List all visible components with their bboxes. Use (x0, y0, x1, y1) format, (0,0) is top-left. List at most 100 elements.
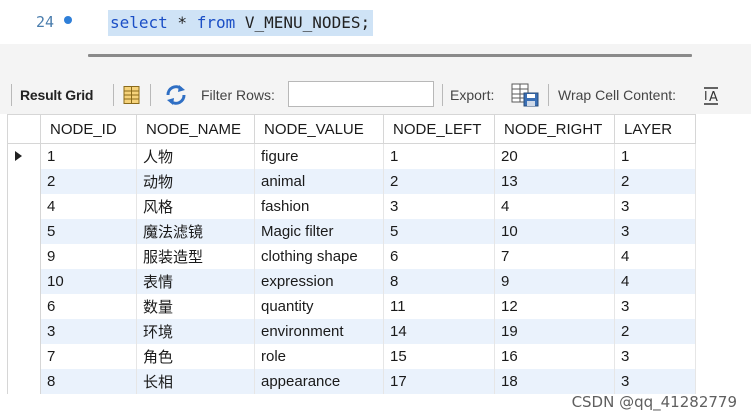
cell-layer[interactable]: 1 (614, 143, 696, 169)
row-selector[interactable] (7, 319, 41, 344)
table-row[interactable]: 6 数量 quantity 11 12 3 (7, 294, 696, 319)
cell-node-value[interactable]: clothing shape (254, 244, 384, 269)
row-selector[interactable] (7, 244, 41, 269)
cell-layer[interactable]: 3 (614, 344, 696, 369)
panel-splitter[interactable] (88, 54, 692, 57)
refresh-icon[interactable] (164, 84, 188, 106)
row-selector[interactable] (7, 294, 41, 319)
cell-layer[interactable]: 2 (614, 319, 696, 344)
cell-node-left[interactable]: 11 (383, 294, 495, 319)
cell-node-value[interactable]: expression (254, 269, 384, 294)
column-header-node-value[interactable]: NODE_VALUE (254, 114, 384, 144)
cell-node-right[interactable]: 10 (494, 219, 615, 244)
cell-node-right[interactable]: 4 (494, 194, 615, 219)
table-row[interactable]: 4 风格 fashion 3 4 3 (7, 194, 696, 219)
table-row[interactable]: 7 角色 role 15 16 3 (7, 344, 696, 369)
filter-rows-input[interactable] (288, 81, 434, 107)
table-row[interactable]: 2 动物 animal 2 13 2 (7, 169, 696, 194)
cell-node-name[interactable]: 人物 (136, 143, 255, 169)
row-selector[interactable] (7, 194, 41, 219)
wrap-text-icon[interactable]: I A (701, 86, 721, 106)
result-grid[interactable]: NODE_ID NODE_NAME NODE_VALUE NODE_LEFT N… (7, 114, 696, 394)
cell-node-left[interactable]: 3 (383, 194, 495, 219)
cell-node-value[interactable]: environment (254, 319, 384, 344)
cell-node-value[interactable]: animal (254, 169, 384, 194)
column-header-layer[interactable]: LAYER (614, 114, 696, 144)
cell-node-value[interactable]: appearance (254, 369, 384, 394)
watermark: CSDN @qq_41282779 (571, 393, 737, 411)
cell-layer[interactable]: 3 (614, 294, 696, 319)
cell-node-right[interactable]: 7 (494, 244, 615, 269)
cell-node-right[interactable]: 20 (494, 143, 615, 169)
column-header-node-left[interactable]: NODE_LEFT (383, 114, 495, 144)
cell-node-value[interactable]: fashion (254, 194, 384, 219)
cell-node-left[interactable]: 15 (383, 344, 495, 369)
table-row[interactable]: 3 环境 environment 14 19 2 (7, 319, 696, 344)
table-row[interactable]: 10 表情 expression 8 9 4 (7, 269, 696, 294)
row-selector[interactable] (7, 169, 41, 194)
cell-node-name[interactable]: 风格 (136, 194, 255, 219)
cell-layer[interactable]: 4 (614, 269, 696, 294)
column-header-node-name[interactable]: NODE_NAME (136, 114, 255, 144)
cell-node-value[interactable]: role (254, 344, 384, 369)
row-selector[interactable] (7, 269, 41, 294)
cell-node-right[interactable]: 13 (494, 169, 615, 194)
cell-node-id[interactable]: 4 (40, 194, 137, 219)
cell-node-id[interactable]: 7 (40, 344, 137, 369)
cell-layer[interactable]: 4 (614, 244, 696, 269)
cell-node-right[interactable]: 12 (494, 294, 615, 319)
cell-node-right[interactable]: 16 (494, 344, 615, 369)
cell-node-left[interactable]: 6 (383, 244, 495, 269)
cell-node-id[interactable]: 6 (40, 294, 137, 319)
sql-editor[interactable]: 24 select * from V_MENU_NODES; (0, 0, 751, 45)
cell-node-name[interactable]: 魔法滤镜 (136, 219, 255, 244)
cell-node-left[interactable]: 14 (383, 319, 495, 344)
row-selector[interactable] (7, 219, 41, 244)
cell-node-id[interactable]: 9 (40, 244, 137, 269)
cell-node-value[interactable]: Magic filter (254, 219, 384, 244)
cell-node-id[interactable]: 3 (40, 319, 137, 344)
cell-node-right[interactable]: 9 (494, 269, 615, 294)
cell-node-name[interactable]: 数量 (136, 294, 255, 319)
cell-node-id[interactable]: 5 (40, 219, 137, 244)
table-row[interactable]: 9 服装造型 clothing shape 6 7 4 (7, 244, 696, 269)
cell-layer[interactable]: 3 (614, 219, 696, 244)
cell-node-value[interactable]: quantity (254, 294, 384, 319)
grid-header-row: NODE_ID NODE_NAME NODE_VALUE NODE_LEFT N… (7, 114, 696, 144)
cell-node-name[interactable]: 环境 (136, 319, 255, 344)
cell-node-name[interactable]: 动物 (136, 169, 255, 194)
column-header-node-id[interactable]: NODE_ID (40, 114, 137, 144)
cell-node-id[interactable]: 10 (40, 269, 137, 294)
cell-node-id[interactable]: 1 (40, 143, 137, 169)
sql-keyword-select: select (110, 13, 168, 32)
row-selector-header[interactable] (7, 114, 41, 144)
row-selector[interactable] (7, 143, 41, 169)
cell-layer[interactable]: 3 (614, 194, 696, 219)
column-header-node-right[interactable]: NODE_RIGHT (494, 114, 615, 144)
cell-node-name[interactable]: 长相 (136, 369, 255, 394)
cell-node-left[interactable]: 8 (383, 269, 495, 294)
cell-node-right[interactable]: 19 (494, 319, 615, 344)
cell-node-id[interactable]: 8 (40, 369, 137, 394)
cell-node-left[interactable]: 5 (383, 219, 495, 244)
export-icon[interactable] (511, 83, 539, 107)
table-row[interactable]: 1 人物 figure 1 20 1 (7, 143, 696, 169)
sql-statement[interactable]: select * from V_MENU_NODES; (108, 10, 374, 36)
cell-node-name[interactable]: 服装造型 (136, 244, 255, 269)
cell-layer[interactable]: 3 (614, 369, 696, 394)
form-view-icon[interactable] (122, 85, 142, 105)
cell-node-id[interactable]: 2 (40, 169, 137, 194)
cell-node-left[interactable]: 1 (383, 143, 495, 169)
cell-layer[interactable]: 2 (614, 169, 696, 194)
table-row[interactable]: 5 魔法滤镜 Magic filter 5 10 3 (7, 219, 696, 244)
table-row[interactable]: 8 长相 appearance 17 18 3 (7, 369, 696, 394)
cell-node-name[interactable]: 表情 (136, 269, 255, 294)
result-grid-tab[interactable]: Result Grid (20, 76, 93, 114)
cell-node-right[interactable]: 18 (494, 369, 615, 394)
cell-node-left[interactable]: 2 (383, 169, 495, 194)
cell-node-value[interactable]: figure (254, 143, 384, 169)
cell-node-name[interactable]: 角色 (136, 344, 255, 369)
row-selector[interactable] (7, 369, 41, 394)
cell-node-left[interactable]: 17 (383, 369, 495, 394)
row-selector[interactable] (7, 344, 41, 369)
